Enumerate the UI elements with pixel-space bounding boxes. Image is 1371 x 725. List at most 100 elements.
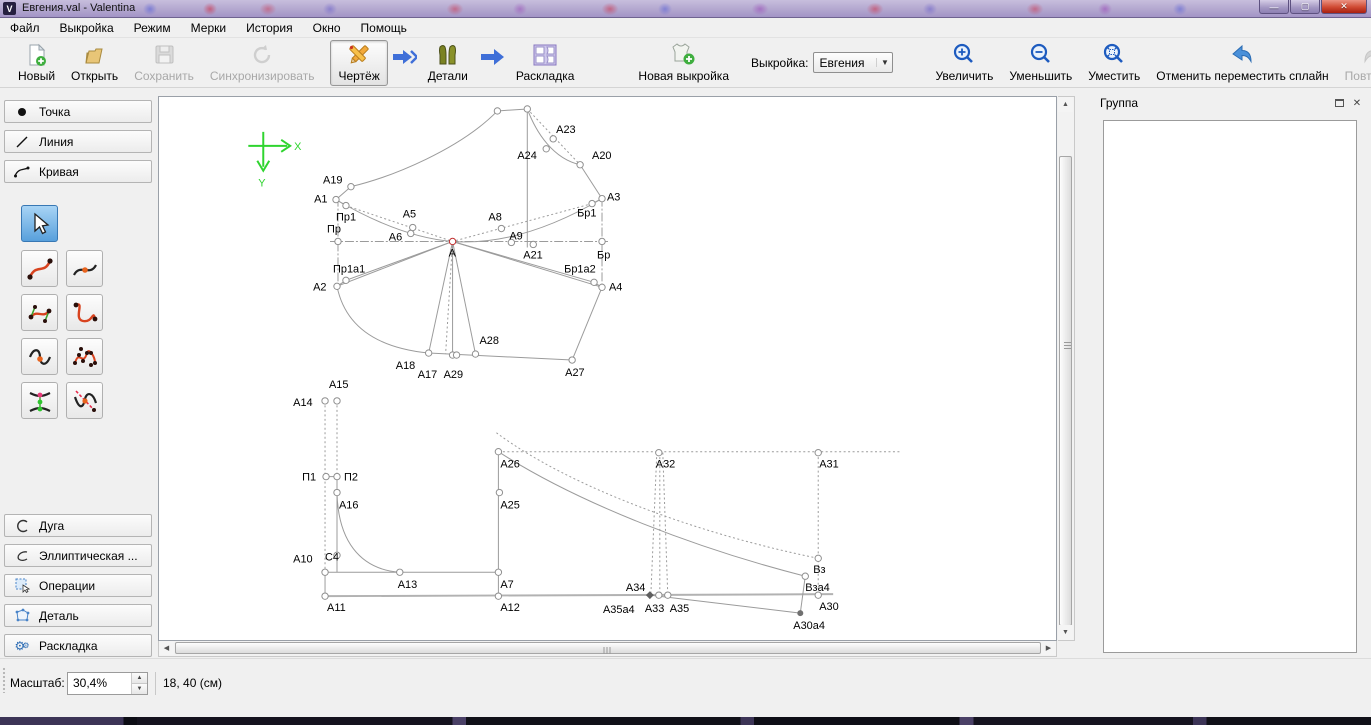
pattern-point-A24[interactable] <box>543 146 549 152</box>
horizontal-scrollbar[interactable]: ◀ ▶ <box>158 641 1057 657</box>
point-label[interactable]: A8 <box>488 212 501 224</box>
point-label[interactable]: Бр1а2 <box>564 263 596 275</box>
point-label[interactable]: A32 <box>656 459 675 471</box>
spline-midpoint-tool-button[interactable] <box>21 338 58 375</box>
pattern-point-A32[interactable] <box>656 450 662 456</box>
pattern-point-A34[interactable] <box>646 591 654 599</box>
pattern-point-A15[interactable] <box>334 398 340 404</box>
pattern-point-A18[interactable] <box>425 350 431 356</box>
point-label[interactable]: П2 <box>344 472 358 484</box>
pattern-point-Бр1[interactable] <box>589 200 595 206</box>
mode-draw-button[interactable]: Чертёж <box>330 40 387 86</box>
pattern-point-A26[interactable] <box>495 449 501 455</box>
pattern-point-Пр[interactable] <box>335 238 341 244</box>
scroll-right-icon[interactable]: ▶ <box>1041 641 1056 655</box>
pattern-point-A30а4[interactable] <box>797 610 803 616</box>
point-label[interactable]: A23 <box>556 124 575 136</box>
menu-window[interactable]: Окно <box>303 18 351 38</box>
point-label[interactable]: A2 <box>313 281 326 293</box>
point-label[interactable]: A6 <box>389 231 402 243</box>
pattern-point-A2[interactable] <box>334 283 340 289</box>
group-ellipse[interactable]: Эллиптическая ... <box>4 544 152 567</box>
spline-path-tool-button[interactable] <box>66 338 103 375</box>
point-label[interactable]: A25 <box>500 499 519 511</box>
menu-measurements[interactable]: Мерки <box>181 18 236 38</box>
scroll-down-icon[interactable]: ▼ <box>1058 625 1073 640</box>
point-label[interactable]: Пр1 <box>336 212 356 224</box>
point-label[interactable]: A13 <box>398 579 417 591</box>
select-tool-button[interactable] <box>21 205 58 242</box>
horizontal-scroll-thumb[interactable] <box>175 642 1041 654</box>
mode-layout-button[interactable]: Раскладка <box>508 40 583 86</box>
pattern-point-A3[interactable] <box>599 195 605 201</box>
pattern-point-A21[interactable] <box>530 241 536 247</box>
point-label[interactable]: Бр1 <box>577 208 596 220</box>
point-label[interactable]: Бр <box>597 249 610 261</box>
pattern-point-A33[interactable] <box>656 592 662 598</box>
pattern-point-A10[interactable] <box>322 569 328 575</box>
pattern-point-A1[interactable] <box>333 196 339 202</box>
windows-taskbar[interactable] <box>0 717 1371 725</box>
point-label[interactable]: A26 <box>500 459 519 471</box>
close-panel-icon[interactable]: ✕ <box>1348 95 1366 111</box>
zoom-in-button[interactable]: Увеличить <box>927 40 1001 86</box>
point-label[interactable]: A20 <box>592 150 611 162</box>
scale-spinbox[interactable]: 30,4% ▲ ▼ <box>67 672 148 695</box>
pattern-point-A16[interactable] <box>334 489 340 495</box>
point-label[interactable]: A35а4 <box>603 604 635 616</box>
group-operations[interactable]: Операции <box>4 574 152 597</box>
spline-tool-button[interactable] <box>21 250 58 287</box>
pattern-point-A6[interactable] <box>408 230 414 236</box>
point-label[interactable]: Пр1а1 <box>333 263 365 275</box>
menu-help[interactable]: Помощь <box>351 18 417 38</box>
point-label[interactable]: С4 <box>325 551 339 563</box>
vertical-scrollbar[interactable]: ▲ ▼ <box>1058 96 1075 641</box>
point-label[interactable]: A24 <box>517 150 536 162</box>
pattern-point-A30[interactable] <box>815 592 821 598</box>
pattern-point-A29[interactable] <box>453 352 459 358</box>
group-point[interactable]: Точка <box>4 100 152 123</box>
pattern-point-A[interactable] <box>449 238 455 244</box>
point-label[interactable]: A31 <box>819 459 838 471</box>
pattern-point-Вз[interactable] <box>815 555 821 561</box>
point-label[interactable]: A9 <box>509 230 522 242</box>
pattern-point-Бр1а2[interactable] <box>591 279 597 285</box>
point-label[interactable]: A5 <box>403 209 416 221</box>
pattern-curve[interactable] <box>337 286 429 353</box>
pattern-point-A13[interactable] <box>397 569 403 575</box>
point-label[interactable]: A11 <box>327 602 346 614</box>
group-line[interactable]: Линия <box>4 130 152 153</box>
zoom-fit-button[interactable]: Уместить <box>1080 40 1148 86</box>
scroll-left-icon[interactable]: ◀ <box>159 641 174 655</box>
pattern-point-A31[interactable] <box>815 450 821 456</box>
curves-intersect-tool-button[interactable] <box>21 382 58 419</box>
point-label[interactable]: A15 <box>329 379 348 391</box>
scroll-up-icon[interactable]: ▲ <box>1058 97 1073 112</box>
point-label[interactable]: A30 <box>819 601 838 613</box>
pattern-point-A23[interactable] <box>550 136 556 142</box>
menu-file[interactable]: Файл <box>0 18 50 38</box>
menu-history[interactable]: История <box>236 18 303 38</box>
pattern-combo-select[interactable]: Евгения ▼ <box>813 52 893 73</box>
spin-down-icon[interactable]: ▼ <box>132 684 147 694</box>
point-label[interactable]: A34 <box>626 582 645 594</box>
group-arc[interactable]: Дуга <box>4 514 152 537</box>
pattern-point[interactable] <box>524 106 530 112</box>
group-layout[interactable]: ⚙⚙ Раскладка <box>4 634 152 657</box>
point-label[interactable]: A28 <box>479 335 498 347</box>
point-label[interactable]: A21 <box>523 249 542 261</box>
drawing-canvas[interactable]: XYA23A24A20A19A1Пр1A3Бр1A5A6ПрA8A9AA21Бр… <box>158 96 1057 641</box>
group-detail[interactable]: Деталь <box>4 604 152 627</box>
pattern-point-Пр1[interactable] <box>343 202 349 208</box>
point-label[interactable]: Вз <box>813 564 825 576</box>
point-label[interactable]: A19 <box>323 175 342 187</box>
group-list[interactable] <box>1103 120 1357 653</box>
point-label[interactable]: A1 <box>314 194 327 206</box>
spline-point-tool-button[interactable] <box>66 250 103 287</box>
pattern-point-A14[interactable] <box>322 398 328 404</box>
point-label[interactable]: Пр <box>327 224 341 236</box>
pattern-point-A11[interactable] <box>322 593 328 599</box>
undo-button[interactable]: Отменить переместить сплайн <box>1148 40 1336 86</box>
point-label[interactable]: A12 <box>500 602 519 614</box>
pattern-point-A20[interactable] <box>577 162 583 168</box>
